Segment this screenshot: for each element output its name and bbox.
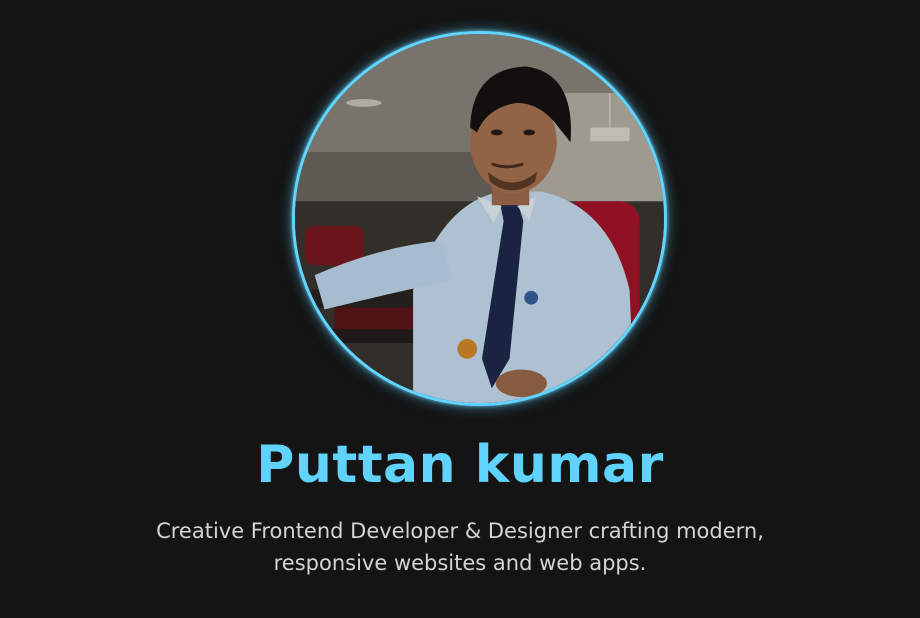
profile-avatar: [292, 31, 667, 406]
profile-photo-icon: [295, 34, 664, 403]
hero-section: Puttan kumar Creative Frontend Developer…: [0, 0, 920, 618]
profile-tagline: Creative Frontend Developer & Designer c…: [156, 519, 764, 575]
profile-name: Puttan kumar: [256, 435, 664, 495]
